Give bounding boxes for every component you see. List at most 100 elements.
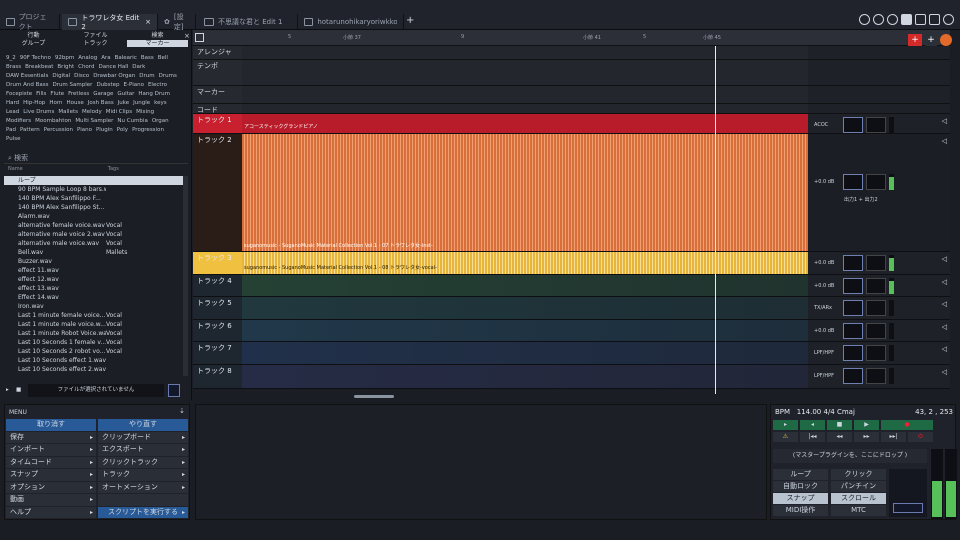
- menu-item[interactable]: オプション ▸: [6, 481, 96, 493]
- tag-chip[interactable]: Mallets: [58, 108, 78, 117]
- track-gain[interactable]: LPF/HPF: [814, 373, 840, 379]
- track-name[interactable]: トラック 3: [193, 252, 242, 274]
- close-icon[interactable]: ×: [184, 32, 190, 40]
- menu-item[interactable]: クリックトラック ▸: [98, 456, 188, 468]
- speaker-icon[interactable]: ◁: [942, 117, 947, 125]
- tab-groups[interactable]: グループ: [3, 40, 64, 47]
- menu-item[interactable]: 保存 ▸: [6, 431, 96, 443]
- menu-item[interactable]: スナップ ▸: [6, 469, 96, 481]
- file-list-item[interactable]: 140 BPM Alex Sanfilippo F...: [4, 194, 184, 203]
- track-gain[interactable]: TX/ARx: [814, 305, 840, 311]
- track-fader[interactable]: [843, 368, 863, 384]
- sync-icon[interactable]: [887, 14, 898, 25]
- add-track-button[interactable]: +: [908, 34, 922, 46]
- tag-chip[interactable]: Brass: [6, 63, 21, 72]
- col-tags[interactable]: Tags: [108, 166, 119, 172]
- tag-chip[interactable]: Bright: [57, 63, 74, 72]
- track-clip-area[interactable]: [242, 320, 808, 341]
- tag-chip[interactable]: Pulse: [6, 135, 20, 144]
- track-lane[interactable]: トラック 7 LPF/HPF ◁: [193, 342, 950, 365]
- settings-icon[interactable]: [943, 14, 954, 25]
- tag-chip[interactable]: Piano: [77, 126, 92, 135]
- file-list-item[interactable]: Last 1 minute Robot Voice.wav Vocal: [4, 329, 184, 338]
- track-send[interactable]: [866, 278, 886, 294]
- tag-chip[interactable]: keys: [154, 99, 167, 108]
- preview-volume[interactable]: [168, 384, 180, 397]
- tag-chip[interactable]: Drums: [159, 72, 177, 81]
- tag-chip[interactable]: Moombahton: [35, 117, 71, 126]
- menu-item[interactable]: タイムコード ▸: [6, 456, 96, 468]
- track-clip-area[interactable]: [242, 297, 808, 319]
- file-list-item[interactable]: Iron.wav: [4, 302, 184, 311]
- track-fader[interactable]: [843, 278, 863, 294]
- file-list-item[interactable]: alternative female voice.wav Vocal: [4, 221, 184, 230]
- transport-toggle[interactable]: クリック: [831, 469, 886, 480]
- horizontal-scrollbar[interactable]: [354, 395, 394, 398]
- track-send[interactable]: [866, 255, 886, 271]
- record-button[interactable]: ●: [881, 420, 933, 430]
- track-clip-area[interactable]: suganomusic - SuganoMusic Material Colle…: [242, 252, 808, 274]
- tag-chip[interactable]: 9_2: [6, 54, 16, 63]
- tag-chip[interactable]: Electro: [148, 81, 167, 90]
- track-routing[interactable]: 出力1 + 出力2: [844, 196, 878, 203]
- master-plugin-drop[interactable]: (マスタープラグインを、ここにドロップ ): [773, 449, 927, 463]
- file-list-item[interactable]: alternative male voice.wav Vocal: [4, 239, 184, 248]
- tag-chip[interactable]: Analog: [78, 54, 97, 63]
- tag-chip[interactable]: Bass: [141, 54, 154, 63]
- file-list-item[interactable]: alternative male voice 2.wav Vocal: [4, 230, 184, 239]
- tab-edit-2[interactable]: トラワレタ女 Edit 2 ×: [62, 14, 158, 31]
- tag-chip[interactable]: Breakbeat: [25, 63, 53, 72]
- tag-chip[interactable]: Organ: [152, 117, 169, 126]
- track-name[interactable]: トラック 8: [193, 365, 242, 388]
- track-name[interactable]: トラック 2: [193, 134, 242, 251]
- tab-edit-hotaru[interactable]: hotarunohikaryoriwkko...: [298, 14, 404, 30]
- tag-chip[interactable]: DAW Essentials: [6, 72, 48, 81]
- tag-chip[interactable]: 92bpm: [55, 54, 74, 63]
- track-send[interactable]: [866, 368, 886, 384]
- tag-chip[interactable]: Ara: [101, 54, 110, 63]
- file-list-item[interactable]: Bell.wav Mallets: [4, 248, 184, 257]
- track-fader[interactable]: [843, 345, 863, 361]
- track-send[interactable]: [866, 345, 886, 361]
- search-input[interactable]: 検索: [14, 154, 28, 162]
- track-fader[interactable]: [843, 300, 863, 316]
- track-fader[interactable]: [843, 255, 863, 271]
- tag-chip[interactable]: Garage: [93, 90, 113, 99]
- menu-item[interactable]: インポート ▸: [6, 444, 96, 456]
- tag-chip[interactable]: Dubstep: [96, 81, 119, 90]
- mic-icon[interactable]: [873, 14, 884, 25]
- transport-toggle[interactable]: スクロール: [831, 493, 886, 504]
- track-name[interactable]: トラック 1: [193, 114, 242, 133]
- track-gain[interactable]: +0.0 dB: [814, 283, 840, 289]
- global-lane[interactable]: マーカー: [193, 86, 950, 104]
- timeline-ruler[interactable]: 5 小節 37 9 小節 41 5 小節 45: [193, 30, 950, 46]
- file-list-item[interactable]: Effect 14.wav: [4, 293, 184, 302]
- download-icon[interactable]: ⇣: [179, 407, 185, 415]
- view-toggle-icon[interactable]: [195, 33, 204, 42]
- warning-icon[interactable]: ⚠: [773, 432, 798, 442]
- expand-icon[interactable]: [915, 14, 926, 25]
- file-list-item[interactable]: 140 BPM Alex Sanfilippo St...: [4, 203, 184, 212]
- menu-item[interactable]: オートメーション ▸: [98, 481, 188, 493]
- tab-actions[interactable]: 行動: [3, 32, 64, 39]
- track-lane[interactable]: トラック 3 suganomusic - SuganoMusic Material…: [193, 252, 950, 275]
- track-gain[interactable]: +0.0 dB: [814, 260, 840, 266]
- add-tab-button[interactable]: +: [406, 15, 414, 26]
- track-name[interactable]: トラック 6: [193, 320, 242, 341]
- rewind-button[interactable]: ◂◂: [827, 432, 852, 442]
- tag-chip[interactable]: Poly: [117, 126, 128, 135]
- tag-chip[interactable]: Digital: [52, 72, 70, 81]
- tag-chip[interactable]: Nu Cumbia: [117, 117, 147, 126]
- cpu-meter-icon[interactable]: [859, 14, 870, 25]
- track-name[interactable]: トラック 7: [193, 342, 242, 364]
- track-send[interactable]: [866, 300, 886, 316]
- file-list-item[interactable]: Last 1 minute male voice.w... Vocal: [4, 320, 184, 329]
- power-icon[interactable]: ⏻: [908, 432, 933, 442]
- track-clip-area[interactable]: [242, 365, 808, 388]
- speaker-icon[interactable]: ◁: [942, 278, 947, 286]
- menu-item[interactable]: ヘルプ ▸: [6, 506, 96, 518]
- global-lane[interactable]: アレンジャー: [193, 46, 950, 66]
- transport-toggle[interactable]: ループ: [773, 469, 828, 480]
- tag-chip[interactable]: Drum Sampler: [52, 81, 92, 90]
- transport-toggle[interactable]: MTC: [831, 505, 886, 516]
